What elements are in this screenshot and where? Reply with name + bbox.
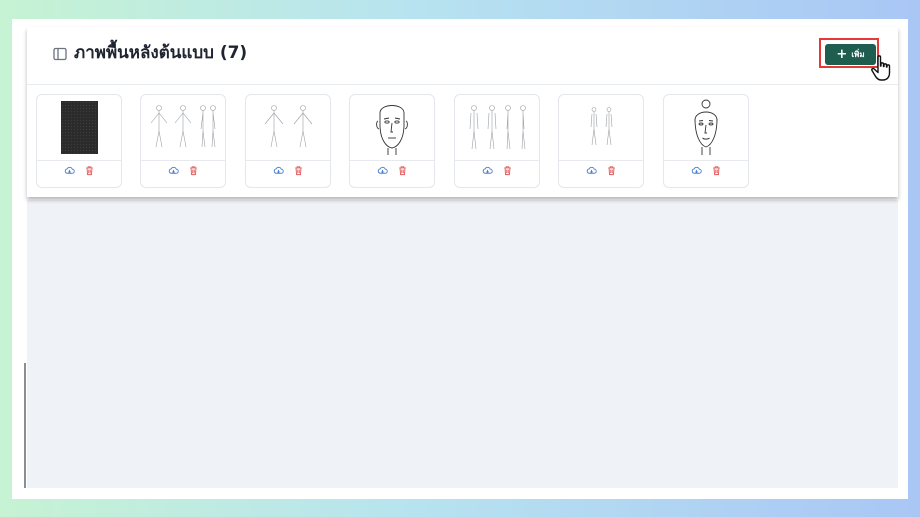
template-thumbnail[interactable] [246, 95, 330, 159]
templates-panel: ภาพพื้นหลังต้นแบบ (7) + เพิ่ม [27, 27, 898, 197]
card-actions [559, 165, 643, 179]
plus-icon: + [836, 47, 848, 62]
card-divider [37, 160, 121, 161]
template-card[interactable] [36, 94, 122, 188]
card-divider [350, 160, 434, 161]
template-thumbnail[interactable] [455, 95, 539, 159]
trash-icon[interactable] [397, 165, 408, 176]
card-actions [246, 165, 330, 179]
scrollbar-track[interactable] [24, 363, 26, 488]
card-actions [350, 165, 434, 179]
trash-icon[interactable] [188, 165, 199, 176]
trash-icon[interactable] [711, 165, 722, 176]
card-divider [559, 160, 643, 161]
template-card[interactable] [663, 94, 749, 188]
cloud-download-icon[interactable] [377, 165, 388, 176]
cloud-download-icon[interactable] [586, 165, 597, 176]
content-area [27, 200, 898, 488]
trash-icon[interactable] [84, 165, 95, 176]
cloud-download-icon[interactable] [168, 165, 179, 176]
template-card[interactable] [558, 94, 644, 188]
template-card[interactable] [349, 94, 435, 188]
trash-icon[interactable] [502, 165, 513, 176]
template-thumbnail[interactable] [559, 95, 643, 159]
card-actions [37, 165, 121, 179]
template-card[interactable] [245, 94, 331, 188]
cloud-download-icon[interactable] [482, 165, 493, 176]
template-thumbnail[interactable] [664, 95, 748, 159]
template-card[interactable] [454, 94, 540, 188]
card-divider [246, 160, 330, 161]
card-divider [455, 160, 539, 161]
cloud-download-icon[interactable] [64, 165, 75, 176]
card-actions [664, 165, 748, 179]
template-thumbnail[interactable] [141, 95, 225, 159]
trash-icon[interactable] [293, 165, 304, 176]
template-thumbnail[interactable] [350, 95, 434, 159]
card-actions [141, 165, 225, 179]
add-button-label: เพิ่ม [851, 50, 865, 59]
panel-header: ภาพพื้นหลังต้นแบบ (7) + เพิ่ม [27, 27, 898, 85]
page-title: ภาพพื้นหลังต้นแบบ (7) [74, 43, 248, 63]
cloud-download-icon[interactable] [273, 165, 284, 176]
template-card[interactable] [140, 94, 226, 188]
template-thumbnail[interactable] [37, 95, 121, 159]
trash-icon[interactable] [606, 165, 617, 176]
card-divider [141, 160, 225, 161]
panel-layout-icon [53, 47, 67, 61]
cloud-download-icon[interactable] [691, 165, 702, 176]
hand-cursor-icon [871, 55, 891, 81]
card-actions [455, 165, 539, 179]
card-divider [664, 160, 748, 161]
